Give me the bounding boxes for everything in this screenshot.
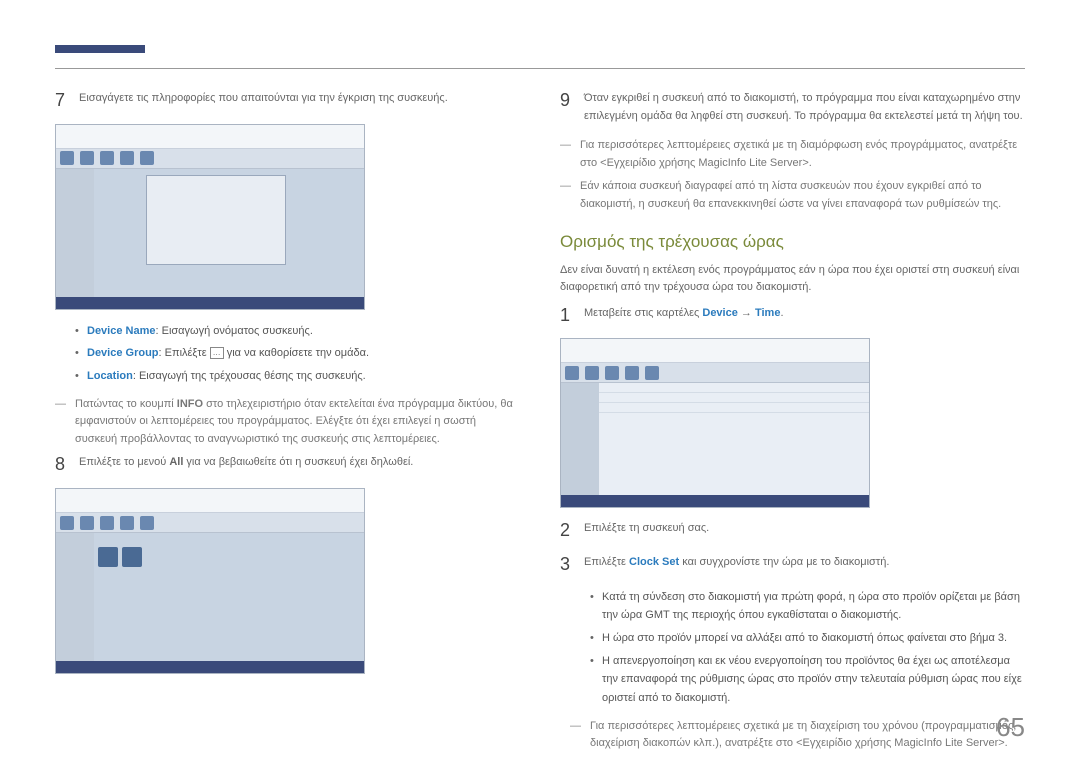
step-text: Επιλέξτε Clock Set και συγχρονίστε την ώ… <box>584 554 1025 576</box>
screenshot-approve-dialog <box>55 124 365 310</box>
step-text: Επιλέξτε το μενού All για να βεβαιωθείτε… <box>79 454 520 476</box>
tab-time: Time <box>755 307 780 319</box>
list-item: Η ώρα στο προϊόν μπορεί να αλλάξει από τ… <box>590 629 1025 648</box>
step-text: Μεταβείτε στις καρτέλες Device → Time. <box>584 305 1025 327</box>
info-key-label: INFO <box>177 398 203 410</box>
header-rule <box>55 68 1025 69</box>
text: . <box>780 307 783 319</box>
text: Επιλέξτε <box>584 556 629 568</box>
step-text: Όταν εγκριθεί η συσκευή από το διακομιστ… <box>584 90 1025 125</box>
text: για να βεβαιωθείτε ότι η συσκευή έχει δη… <box>183 456 413 468</box>
field-bullet-list: Device Name: Εισαγωγή ονόματος συσκευής.… <box>75 322 520 386</box>
step-8: 8 Επιλέξτε το μενού All για να βεβαιωθεί… <box>55 454 520 476</box>
step-number: 7 <box>55 90 79 112</box>
location-label: Location <box>87 370 133 382</box>
text: : Εισαγωγή της τρέχουσας θέσης της συσκε… <box>133 370 366 382</box>
step-number: 2 <box>560 520 584 542</box>
section-title: Ορισμός της τρέχουσας ώρας <box>560 232 1025 252</box>
step-text: Επιλέξτε τη συσκευή σας. <box>584 520 1025 542</box>
step-number: 8 <box>55 454 79 476</box>
all-menu-label: All <box>169 456 183 468</box>
list-item: Η απενεργοποίηση και εκ νέου ενεργοποίησ… <box>590 652 1025 708</box>
sub-bullet-list: Κατά τη σύνδεση στο διακομιστή για πρώτη… <box>590 588 1025 708</box>
list-item: Location: Εισαγωγή της τρέχουσας θέσης τ… <box>75 367 520 386</box>
text: : Εισαγωγή ονόματος συσκευής. <box>156 325 313 337</box>
list-item: Device Group: Επιλέξτε … για να καθορίσε… <box>75 344 520 363</box>
note: Για περισσότερες λεπτομέρειες σχετικά με… <box>560 137 1025 172</box>
text: Μεταβείτε στις καρτέλες <box>584 307 702 319</box>
info-note: Πατώντας το κουμπί INFO στο τηλεχειριστή… <box>55 396 520 449</box>
note: Για περισσότερες λεπτομέρειες σχετικά με… <box>570 718 1025 753</box>
text: : Επιλέξτε <box>159 347 210 359</box>
step-2: 2 Επιλέξτε τη συσκευή σας. <box>560 520 1025 542</box>
text: Επιλέξτε το μενού <box>79 456 169 468</box>
two-column-layout: 7 Εισαγάγετε τις πληροφορίες που απαιτού… <box>55 90 1025 759</box>
device-group-label: Device Group <box>87 347 159 359</box>
step-number: 9 <box>560 90 584 125</box>
step-number: 1 <box>560 305 584 327</box>
step-number: 3 <box>560 554 584 576</box>
screenshot-all-menu <box>55 488 365 674</box>
page-number: 65 <box>996 712 1025 743</box>
step-text: Εισαγάγετε τις πληροφορίες που απαιτούντ… <box>79 90 520 112</box>
screenshot-time-tab <box>560 338 870 508</box>
arrow: → <box>738 307 755 319</box>
tab-device: Device <box>702 307 737 319</box>
header-accent-bar <box>55 45 145 53</box>
step-1: 1 Μεταβείτε στις καρτέλες Device → Time. <box>560 305 1025 327</box>
list-item: Device Name: Εισαγωγή ονόματος συσκευής. <box>75 322 520 341</box>
clock-set-label: Clock Set <box>629 556 679 568</box>
step-9: 9 Όταν εγκριθεί η συσκευή από το διακομι… <box>560 90 1025 125</box>
text: και συγχρονίστε την ώρα με το διακομιστή… <box>679 556 889 568</box>
text: Πατώντας το κουμπί <box>75 398 177 410</box>
device-name-label: Device Name <box>87 325 156 337</box>
left-column: 7 Εισαγάγετε τις πληροφορίες που απαιτού… <box>55 90 520 759</box>
list-item: Κατά τη σύνδεση στο διακομιστή για πρώτη… <box>590 588 1025 625</box>
ellipsis-icon: … <box>210 347 224 359</box>
section-intro: Δεν είναι δυνατή η εκτέλεση ενός προγράμ… <box>560 262 1025 297</box>
step-3: 3 Επιλέξτε Clock Set και συγχρονίστε την… <box>560 554 1025 576</box>
note: Εάν κάποια συσκευή διαγραφεί από τη λίστ… <box>560 178 1025 213</box>
step-7: 7 Εισαγάγετε τις πληροφορίες που απαιτού… <box>55 90 520 112</box>
right-column: 9 Όταν εγκριθεί η συσκευή από το διακομι… <box>560 90 1025 759</box>
text: για να καθορίσετε την ομάδα. <box>224 347 369 359</box>
